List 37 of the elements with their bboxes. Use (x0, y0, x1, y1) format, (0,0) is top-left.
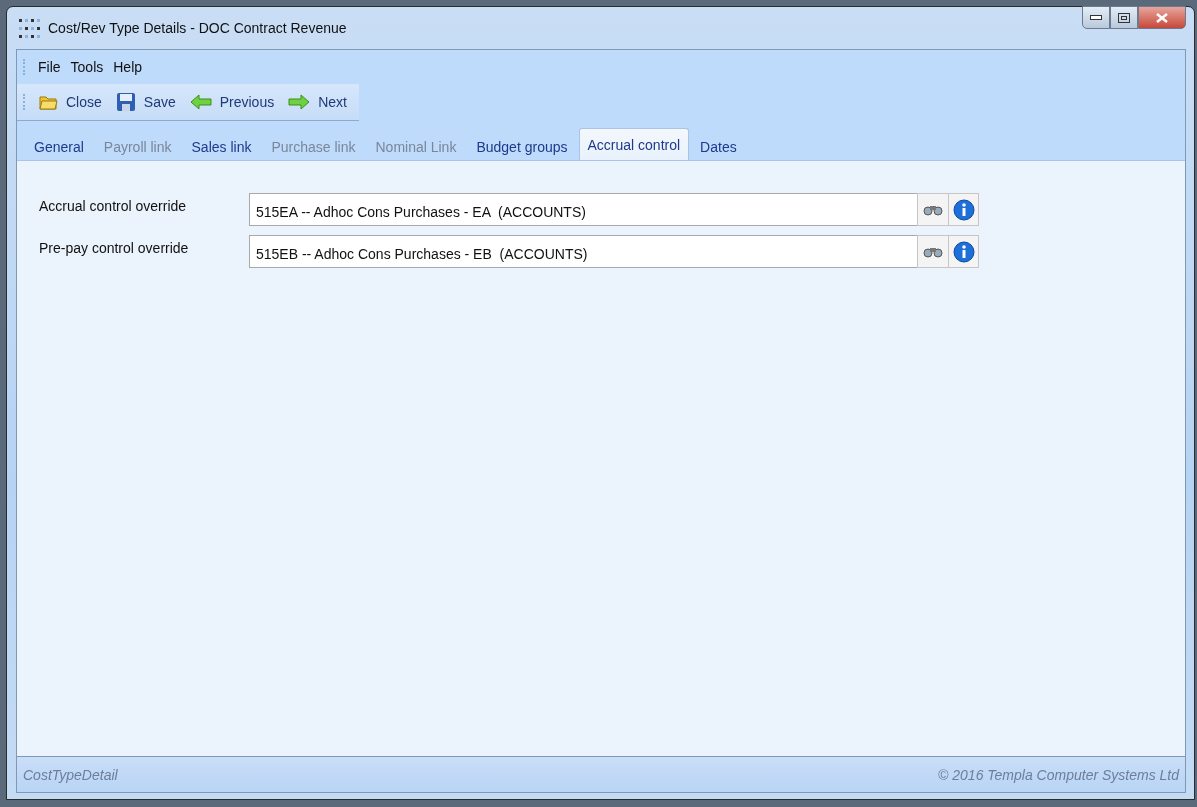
menu-item[interactable]: Help (113, 59, 143, 75)
binoculars-icon (923, 245, 943, 258)
maximize-button[interactable] (1110, 6, 1138, 29)
menu-item[interactable]: Tools (70, 59, 104, 75)
toolbar-button[interactable]: Next (284, 92, 351, 112)
left-arrow-icon (189, 94, 212, 110)
binoculars-button[interactable] (917, 193, 949, 226)
close-icon (1156, 12, 1168, 23)
field-label: Pre-pay control override (39, 239, 190, 256)
field-label: Accrual control override (39, 197, 188, 214)
maximize-icon (1118, 12, 1130, 23)
close-button[interactable] (1138, 6, 1186, 29)
tab[interactable]: Budget groups (467, 132, 577, 160)
info-icon (952, 198, 975, 221)
app-icon (18, 18, 40, 38)
tab[interactable]: Accrual control (578, 128, 690, 160)
binoculars-icon (923, 203, 943, 216)
minimize-button[interactable] (1082, 6, 1110, 29)
info-button[interactable] (949, 193, 979, 226)
status-text: CostTypeDetail (23, 766, 118, 783)
binoculars-button[interactable] (917, 235, 949, 268)
toolbar-button[interactable]: Close (34, 91, 106, 113)
info-icon (952, 240, 975, 263)
toolbar-button[interactable]: Previous (185, 92, 279, 112)
info-button[interactable] (949, 235, 979, 268)
folder-icon (38, 93, 58, 111)
tab[interactable]: Sales link (182, 132, 261, 160)
tab[interactable]: General (25, 132, 93, 160)
account-field[interactable]: 515EA -- Adhoc Cons Purchases - EA (ACCOUNTS) (249, 193, 917, 226)
menu-item[interactable]: File (38, 59, 61, 75)
copyright-text: © 2016 Templa Computer Systems Ltd (938, 766, 1179, 783)
tab[interactable]: Dates (691, 132, 746, 160)
toolbar-button[interactable]: Save (111, 90, 180, 114)
window-title: Cost/Rev Type Details - DOC Contract Revenue (48, 20, 348, 36)
account-field[interactable]: 515EB -- Adhoc Cons Purchases - EB (ACCOUNTS) (249, 235, 917, 268)
right-arrow-icon (288, 94, 311, 110)
minimize-icon (1090, 15, 1102, 20)
